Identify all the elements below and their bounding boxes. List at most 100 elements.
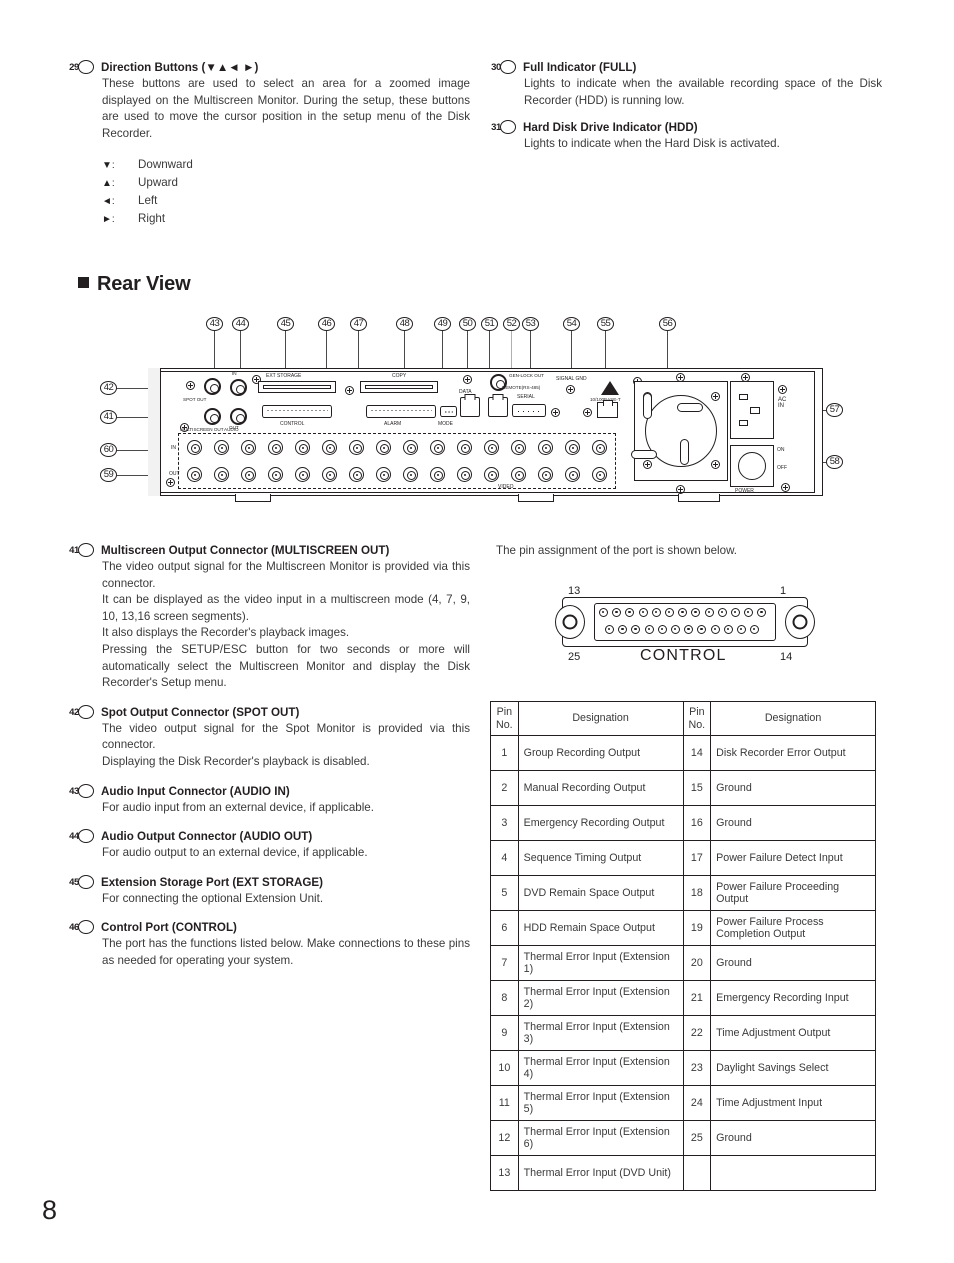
chassis-foot <box>678 494 720 502</box>
cell-designation: Thermal Error Input (Extension 1) <box>517 945 684 982</box>
connector-pin <box>684 625 694 634</box>
connector-mount-ear-left <box>555 605 585 639</box>
label-power-off: OFF <box>777 465 787 471</box>
cell-designation: Thermal Error Input (Extension 2) <box>517 980 684 1017</box>
cell-pin: 21 <box>682 980 712 1017</box>
pin-row-top <box>599 608 770 617</box>
connector-pin <box>691 608 701 617</box>
cell-pin: 16 <box>682 805 712 842</box>
entry-title: Multiscreen Output Connector (MULTISCREE… <box>101 544 390 557</box>
entry-heading: 45 Extension Storage Port (EXT STORAGE) <box>69 874 470 890</box>
cell-pin: 10 <box>490 1050 519 1087</box>
power-switch[interactable] <box>730 445 774 487</box>
label-mode: MODE <box>438 421 453 427</box>
entry-body: The port has the functions listed below.… <box>102 937 470 967</box>
intro-right-column: 30 Full Indicator (FULL) Lights to indica… <box>491 60 882 164</box>
video-in-bnc <box>484 440 499 455</box>
callout-45: 45 <box>277 317 294 331</box>
cell-pin: 23 <box>682 1050 712 1087</box>
audio-out-connector <box>230 408 247 425</box>
mount-hole <box>562 614 578 630</box>
label-signal-gnd: SIGNAL GND <box>556 376 587 382</box>
video-out-bnc <box>322 467 337 482</box>
connector-pin <box>631 625 641 634</box>
cell-pin: 12 <box>490 1120 519 1157</box>
callout-44: 44 <box>232 317 249 331</box>
mount-hole <box>792 614 808 630</box>
pin-label-25: 25 <box>568 651 581 663</box>
cell-designation: Thermal Error Input (Extension 3) <box>517 1015 684 1052</box>
cell-pin: 4 <box>490 840 519 877</box>
mode-switch <box>440 406 457 417</box>
video-out-bnc <box>268 467 283 482</box>
entry-heading: 42 Spot Output Connector (SPOT OUT) <box>69 704 470 720</box>
connector-pin <box>678 608 688 617</box>
video-out-bnc <box>241 467 256 482</box>
cell-pin: 8 <box>490 980 519 1017</box>
callout-60: 60 <box>100 443 117 457</box>
fan-screw <box>643 460 652 469</box>
entry-full-indicator: 30 Full Indicator (FULL) Lights to indica… <box>491 60 882 109</box>
header-pin-no-left: Pin No. <box>490 700 519 737</box>
list-item-label: Right <box>138 212 166 226</box>
fan-screw <box>711 460 720 469</box>
label-remote-rs485: REMOTE(RS-485) <box>502 385 541 390</box>
connector-pin <box>670 625 680 634</box>
connector-pin <box>723 625 733 634</box>
header-designation-left: Designation <box>517 700 684 737</box>
video-in-bnc <box>349 440 364 455</box>
cell-designation: Time Adjustment Output <box>710 1015 876 1052</box>
panel-screw <box>676 485 685 494</box>
entry-heading: 29 Direction Buttons (▼▲◄ ►) <box>69 60 470 75</box>
cell-designation: Group Recording Output <box>517 735 684 772</box>
warning-triangle-icon <box>601 381 619 395</box>
cell-pin: 9 <box>490 1015 519 1052</box>
callout-53: 53 <box>522 317 539 331</box>
power-knob[interactable] <box>738 452 766 480</box>
label-audio-in: IN <box>232 371 237 376</box>
cell-designation: Manual Recording Output <box>517 770 684 807</box>
ac-pin-slot <box>750 407 760 414</box>
connector-pin <box>599 608 608 617</box>
pin-label-1: 1 <box>780 585 787 597</box>
entry-heading: 31 Hard Disk Drive Indicator (HDD) <box>491 120 882 135</box>
video-in-bnc <box>322 440 337 455</box>
ethernet-port <box>597 400 618 418</box>
connector-pin <box>618 625 628 634</box>
label-ext-storage: EXT STORAGE <box>266 373 302 379</box>
entry-body: Lights to indicate when the available re… <box>524 77 882 107</box>
cell-designation: Ground <box>710 770 876 807</box>
entry-title: Extension Storage Port (EXT STORAGE) <box>101 875 324 889</box>
panel-screw <box>676 373 685 382</box>
entry-body: The video output signal for the Spot Mon… <box>102 721 470 768</box>
panel-screw <box>186 381 195 390</box>
entry-title: Direction Buttons (▼▲◄ ►) <box>101 61 259 74</box>
cell-designation: Power Failure Process Completion Output <box>710 910 876 947</box>
video-in-bnc <box>295 440 310 455</box>
cell-designation: Disk Recorder Error Output <box>710 735 876 772</box>
entry-body: These buttons are used to select an area… <box>102 77 470 140</box>
label-spot-out: SPOT OUT <box>183 397 207 402</box>
data-port <box>460 397 480 417</box>
table-row: 4 Sequence Timing Output 17 Power Failur… <box>490 840 876 877</box>
entry-ext-storage: 45 Extension Storage Port (EXT STORAGE) F… <box>69 874 470 908</box>
pin-row-bottom <box>605 625 763 634</box>
control-connector-diagram: 13 1 25 14 CONTROL <box>540 585 840 685</box>
callout-41: 41 <box>100 410 117 424</box>
callout-55: 55 <box>597 317 614 331</box>
connector-pin <box>651 608 661 617</box>
cell-designation: Ground <box>710 1120 876 1157</box>
left-arrow-icon: ◄: <box>102 196 115 208</box>
cell-pin: 6 <box>490 910 519 947</box>
fan-blade <box>677 403 703 412</box>
item-number-badge: 44 <box>69 829 94 844</box>
label-power-on: ON <box>777 447 785 453</box>
video-in-bnc <box>511 440 526 455</box>
entry-heading: 41 Multiscreen Output Connector (MULTISCR… <box>69 543 470 558</box>
callout-58: 58 <box>826 455 843 469</box>
cooling-fan <box>631 381 728 481</box>
video-out-bnc <box>430 467 445 482</box>
item-number-badge: 46 <box>69 920 94 935</box>
connector-pin <box>717 608 727 617</box>
item-number-badge: 42 <box>69 704 94 719</box>
